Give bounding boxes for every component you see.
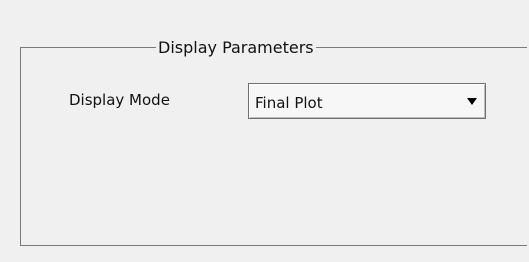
chevron-down-icon[interactable] (467, 98, 477, 105)
panel-title-container: Display Parameters (156, 36, 316, 60)
display-parameters-panel (20, 47, 527, 246)
display-mode-dropdown[interactable]: Final Plot (248, 83, 486, 119)
display-mode-label: Display Mode (69, 91, 170, 109)
panel-title: Display Parameters (158, 38, 314, 57)
display-mode-selected-value: Final Plot (255, 94, 323, 112)
